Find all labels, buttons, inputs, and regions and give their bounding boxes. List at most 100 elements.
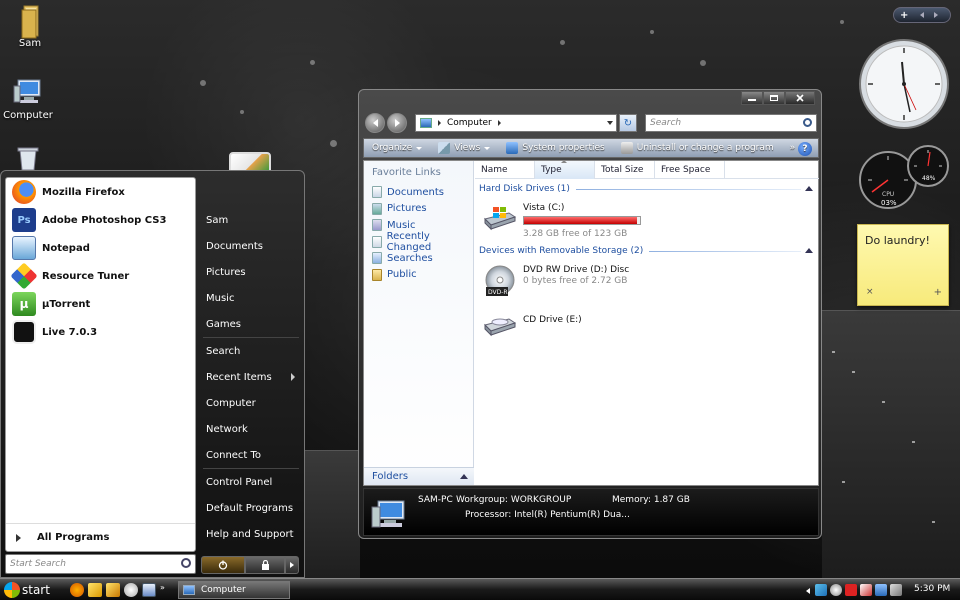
tray-network-icon[interactable] [875,584,887,596]
utorrent-icon: µ [12,292,36,316]
drive-item-d[interactable]: DVD-R DVD RW Drive (D:) Disc 0 bytes fre… [481,259,819,303]
tray-alert-icon[interactable] [845,584,857,596]
start-item-documents[interactable]: Documents [199,233,303,259]
power-controls [201,556,299,574]
start-search-input[interactable]: Start Search [5,554,196,574]
start-item-label: Connect To [206,449,262,461]
close-note-icon[interactable]: × [866,287,874,297]
column-header-type[interactable]: Type [535,160,595,179]
media-quicklaunch-icon[interactable] [88,583,102,597]
start-button[interactable]: start [0,579,66,600]
clock-gadget[interactable] [858,38,950,130]
lock-button[interactable] [245,556,285,574]
start-item-games[interactable]: Games [199,311,303,337]
close-button[interactable] [785,91,815,105]
favorite-link-public[interactable]: Public [364,267,473,284]
tray-expand-icon[interactable] [806,584,812,596]
favorite-link-pictures[interactable]: Pictures [364,201,473,218]
pinned-item-photoshop[interactable]: Ps Adobe Photoshop CS3 [6,206,195,234]
pinned-item-resource-tuner[interactable]: Resource Tuner [6,262,195,290]
computer-name: SAM-PC [418,495,453,505]
firefox-quicklaunch-icon[interactable] [70,583,84,597]
add-note-icon[interactable]: + [934,287,942,298]
taskbar-button-computer[interactable]: Computer [178,581,290,599]
taskbar-button-label: Computer [201,585,246,595]
shutdown-options-button[interactable] [285,556,299,574]
refresh-button[interactable]: ↻ [619,114,637,132]
column-header-free-space[interactable]: Free Space [655,161,725,179]
group-header-hard-disk-drives[interactable]: Hard Disk Drives (1) [479,181,815,197]
start-item-network[interactable]: Network [199,416,303,442]
chevron-up-icon [805,186,813,191]
cpu-meter-gadget[interactable]: CPU 03% 48% [858,142,950,212]
desktop-icon-label: Sam [18,38,42,49]
maximize-button[interactable] [763,91,785,105]
pinned-item-firefox[interactable]: Mozilla Firefox [6,178,195,206]
forward-button[interactable] [387,113,407,133]
folders-toggle[interactable]: Folders [364,467,474,485]
column-header-total-size[interactable]: Total Size [595,161,655,179]
tray-security-icon[interactable] [830,584,842,596]
pinned-item-utorrent[interactable]: µ µTorrent [6,290,195,318]
address-bar[interactable]: Computer [415,114,617,132]
messenger-quicklaunch-icon[interactable] [124,583,138,597]
tray-app-icon[interactable] [815,584,827,596]
uninstall-program-button[interactable]: Uninstall or change a program [613,139,782,157]
taskbar-clock[interactable]: 5:30 PM [914,584,950,594]
drive-item-c[interactable]: Vista (C:) 3.28 GB free of 123 GB [481,197,819,241]
show-more-icon[interactable]: » [160,583,166,597]
drive-name: CD Drive (E:) [523,315,582,325]
start-item-pictures[interactable]: Pictures [199,259,303,285]
search-input[interactable]: Search [645,114,817,132]
column-header-name[interactable]: Name [475,161,535,179]
tray-antivirus-icon[interactable] [860,584,872,596]
clock-face-icon [859,39,949,129]
minimize-button[interactable] [741,91,763,105]
drive-item-e[interactable]: CD Drive (E:) [481,303,819,347]
start-item-music[interactable]: Music [199,285,303,311]
start-item-computer[interactable]: Computer [199,390,303,416]
system-properties-button[interactable]: System properties [498,139,612,157]
views-label: Views [454,143,481,153]
start-item-user[interactable]: Sam [199,207,303,233]
favorite-link-label: Pictures [387,203,427,215]
start-item-label: Sam [206,214,229,226]
organize-button[interactable]: Organize [364,139,430,157]
chevron-right-icon [290,562,294,568]
system-properties-icon [506,142,519,154]
desktop-icon-user-folder[interactable]: Sam [0,4,60,49]
chevron-up-icon [805,248,813,253]
all-programs-button[interactable]: All Programs [6,523,195,551]
organize-label: Organize [372,143,413,153]
pinned-item-notepad[interactable]: Notepad [6,234,195,262]
group-header-removable-storage[interactable]: Devices with Removable Storage (2) [479,243,815,259]
sticky-note-gadget[interactable]: Do laundry! × + [857,224,949,306]
column-header-label: Total Size [601,165,644,175]
start-item-control-panel[interactable]: Control Panel [199,469,303,495]
previous-gadgets-button[interactable] [920,12,925,18]
drive-name: Vista (C:) [523,203,565,213]
word-quicklaunch-icon[interactable] [142,583,156,597]
winamp-quicklaunch-icon[interactable] [106,583,120,597]
pinned-item-label: Resource Tuner [42,270,130,282]
favorite-link-documents[interactable]: Documents [364,184,473,201]
add-gadget-button[interactable]: + [900,10,908,21]
start-item-search[interactable]: Search [199,338,303,364]
power-button[interactable] [201,556,245,574]
next-gadgets-button[interactable] [934,12,939,18]
back-button[interactable] [365,113,385,133]
start-item-connect-to[interactable]: Connect To [199,442,303,468]
sticky-note-text[interactable]: Do laundry! [865,234,930,247]
start-item-label: Games [206,318,241,330]
start-item-recent-items[interactable]: Recent Items [199,364,303,390]
pinned-item-label: Live 7.0.3 [42,326,98,338]
views-button[interactable]: Views [430,139,498,157]
help-button[interactable]: ? [798,142,812,156]
tray-volume-icon[interactable] [890,584,902,596]
start-item-help-and-support[interactable]: Help and Support [199,521,303,547]
desktop-icon-computer[interactable]: Computer [0,76,58,121]
start-item-default-programs[interactable]: Default Programs [199,495,303,521]
favorite-link-recently-changed[interactable]: Recently Changed [364,231,473,253]
pinned-item-live[interactable]: Live 7.0.3 [6,318,195,346]
arrow-right-icon [16,533,21,542]
